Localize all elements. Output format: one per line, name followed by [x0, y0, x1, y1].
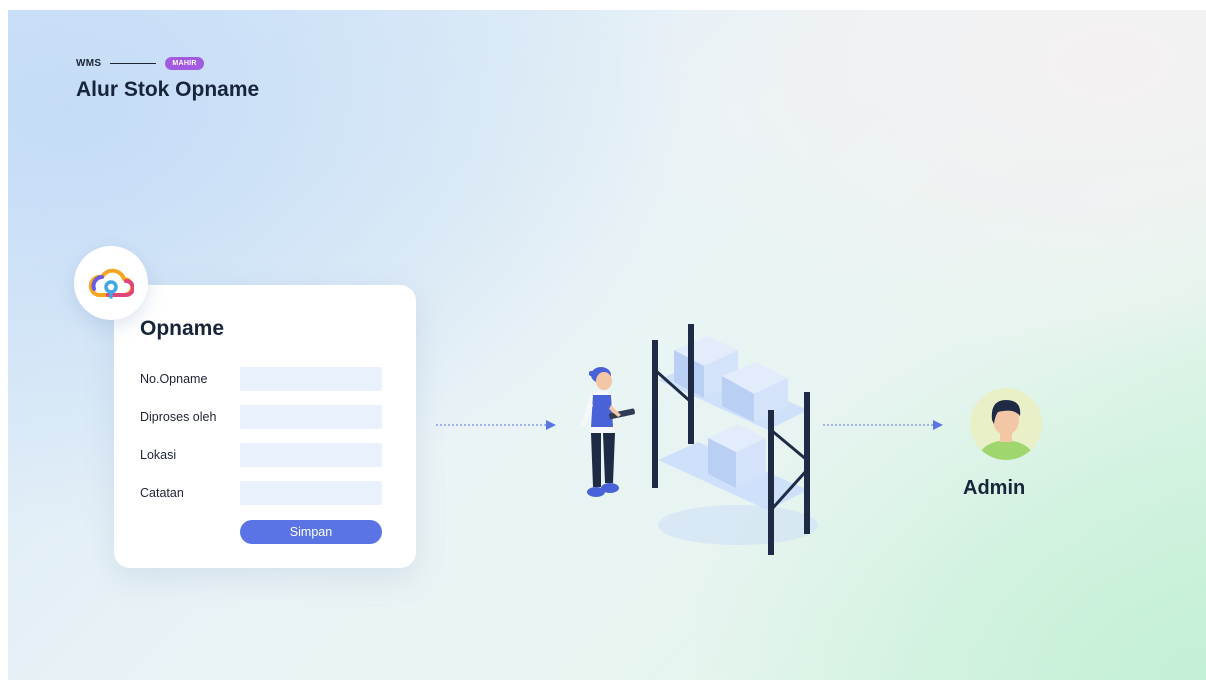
diproses-oleh-label: Diproses oleh	[140, 410, 217, 424]
catatan-label: Catatan	[140, 486, 184, 500]
lokasi-input[interactable]	[240, 443, 382, 467]
form-row-lokasi: Lokasi	[140, 443, 382, 467]
catatan-input[interactable]	[240, 481, 382, 505]
opname-form-card: Opname No.Opname Diproses oleh Lokasi Ca…	[114, 285, 416, 568]
no-opname-label: No.Opname	[140, 372, 208, 386]
warehouse-worker-icon	[581, 367, 635, 497]
level-badge: MAHIR	[165, 57, 204, 70]
lokasi-label: Lokasi	[140, 448, 177, 462]
storage-shelf-icon	[652, 324, 818, 555]
breadcrumb-system: WMS	[76, 58, 102, 69]
breadcrumb: WMS MAHIR	[76, 57, 204, 70]
form-row-diproses-oleh: Diproses oleh	[140, 405, 382, 429]
form-row-no-opname: No.Opname	[140, 367, 382, 391]
no-opname-input[interactable]	[240, 367, 382, 391]
admin-label: Admin	[963, 477, 1026, 499]
admin-avatar	[970, 388, 1042, 460]
flow-arrow-2	[823, 420, 943, 430]
form-title: Opname	[140, 317, 225, 340]
cloud-logo	[74, 246, 148, 320]
diproses-oleh-input[interactable]	[240, 405, 382, 429]
cloud-logo-icon	[88, 268, 134, 299]
save-button[interactable]: Simpan	[240, 520, 382, 544]
page-title: Alur Stok Opname	[76, 78, 260, 101]
breadcrumb-divider	[110, 63, 157, 64]
flow-arrow-1	[436, 420, 556, 430]
form-row-catatan: Catatan	[140, 481, 382, 505]
page-canvas: WMS MAHIR Alur Stok Opname Opname No.Opn…	[8, 10, 1206, 680]
